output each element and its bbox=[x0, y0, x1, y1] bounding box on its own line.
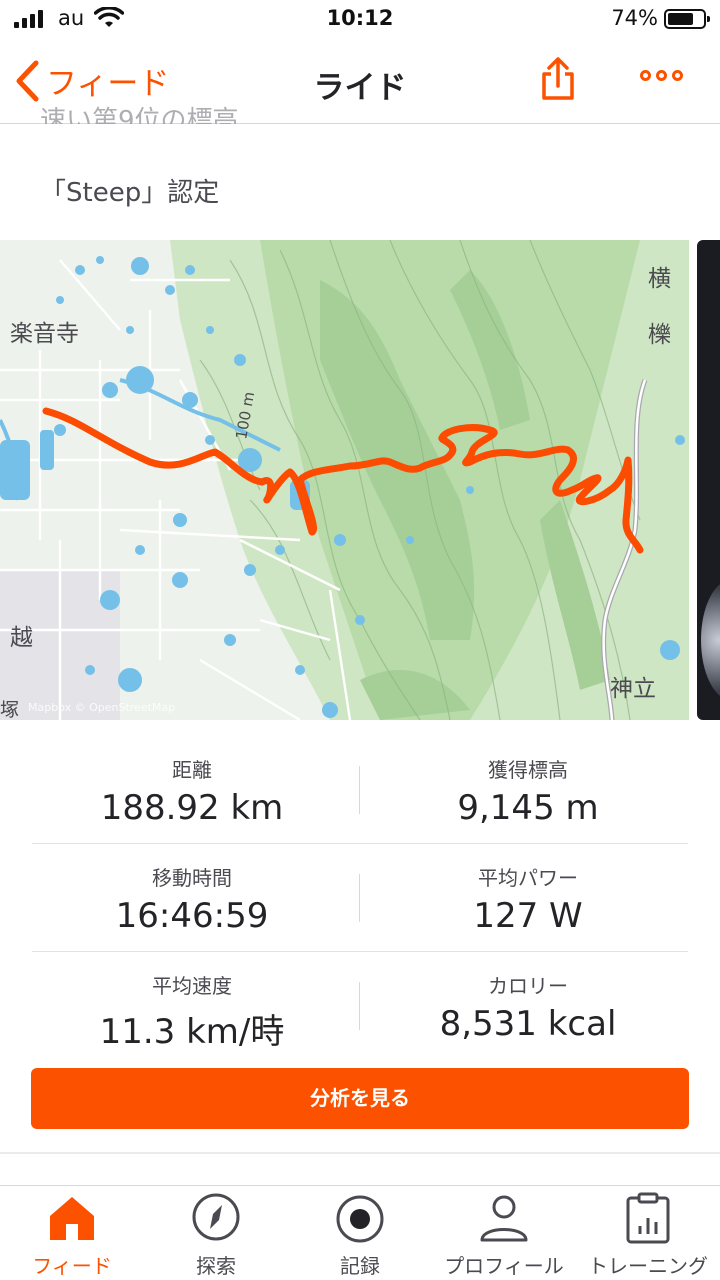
stat-distance: 距離 188.92 km bbox=[32, 736, 352, 828]
stat-average-speed: 平均速度 11.3 km/時 bbox=[32, 952, 352, 1053]
tab-label: フィード bbox=[32, 1254, 112, 1278]
record-icon bbox=[336, 1195, 384, 1243]
more-options-icon[interactable] bbox=[640, 70, 683, 81]
cut-off-achievement-text: 速い第9位の標高 bbox=[40, 106, 239, 124]
stat-label: 平均パワー bbox=[478, 866, 578, 890]
map-attribution: Mapbox © OpenStreetMap bbox=[28, 701, 176, 714]
tab-label: 探索 bbox=[196, 1254, 236, 1278]
stat-calories: カロリー 8,531 kcal bbox=[368, 952, 688, 1044]
compass-icon bbox=[192, 1193, 240, 1241]
home-icon bbox=[50, 1197, 94, 1240]
stat-value: 8,531 kcal bbox=[439, 1004, 617, 1044]
map-canvas: 楽音寺 100 m 越 塚 横 櫟 神立 bbox=[0, 240, 689, 720]
map-label-kunugi: 櫟 bbox=[648, 322, 671, 348]
stat-value: 16:46:59 bbox=[115, 896, 269, 936]
next-media-preview[interactable] bbox=[697, 240, 720, 720]
stat-label: 獲得標高 bbox=[488, 758, 568, 782]
share-icon[interactable] bbox=[538, 56, 578, 102]
tab-training[interactable]: トレーニング bbox=[576, 1186, 720, 1280]
stat-value: 11.3 km/時 bbox=[99, 1012, 285, 1052]
stats-row: 平均速度 11.3 km/時 カロリー 8,531 kcal bbox=[32, 952, 688, 1060]
map-label-tsuka: 塚 bbox=[0, 699, 19, 720]
stat-label: 平均速度 bbox=[152, 974, 232, 998]
map-label-rakuonji: 楽音寺 bbox=[10, 321, 79, 347]
stats-row: 移動時間 16:46:59 平均パワー 127 W bbox=[32, 844, 688, 952]
tab-label: 記録 bbox=[340, 1254, 380, 1278]
stat-average-power: 平均パワー 127 W bbox=[368, 844, 688, 936]
tab-explore[interactable]: 探索 bbox=[144, 1186, 288, 1280]
tab-profile[interactable]: プロフィール bbox=[432, 1186, 576, 1280]
stat-elevation-gain: 獲得標高 9,145 m bbox=[368, 736, 688, 828]
battery-icon bbox=[664, 9, 710, 29]
stats-row: 距離 188.92 km 獲得標高 9,145 m bbox=[32, 736, 688, 844]
chevron-left-icon bbox=[16, 60, 39, 101]
stat-divider bbox=[359, 982, 360, 1030]
stat-divider bbox=[359, 766, 360, 814]
stat-label: カロリー bbox=[488, 974, 568, 998]
profile-icon bbox=[480, 1195, 528, 1242]
map-label-kandatsu: 神立 bbox=[610, 676, 656, 702]
stat-label: 距離 bbox=[172, 758, 212, 782]
tab-bar: フィード 探索 記録 プロフィール トレーニング bbox=[0, 1185, 720, 1280]
map-label-koshi: 越 bbox=[10, 625, 33, 651]
stat-label: 移動時間 bbox=[152, 866, 232, 890]
stat-value: 9,145 m bbox=[457, 788, 599, 828]
steep-badge-text: 「Steep」認定 bbox=[40, 178, 220, 208]
route-map[interactable]: 楽音寺 100 m 越 塚 横 櫟 神立 Mapbox © OpenStreet… bbox=[0, 240, 689, 720]
status-bar: au 10:12 74% bbox=[0, 0, 720, 40]
map-label-yoko: 横 bbox=[648, 266, 671, 292]
tab-label: プロフィール bbox=[444, 1254, 564, 1278]
stat-value: 188.92 km bbox=[100, 788, 284, 828]
stat-value: 127 W bbox=[473, 896, 583, 936]
stat-divider bbox=[359, 874, 360, 922]
training-icon bbox=[626, 1192, 670, 1244]
stat-moving-time: 移動時間 16:46:59 bbox=[32, 844, 352, 936]
section-divider bbox=[0, 1152, 720, 1154]
tab-label: トレーニング bbox=[588, 1254, 708, 1278]
tab-record[interactable]: 記録 bbox=[288, 1186, 432, 1280]
view-analysis-button[interactable]: 分析を見る bbox=[31, 1068, 689, 1129]
tab-feed[interactable]: フィード bbox=[0, 1186, 144, 1280]
battery-percentage: 74% bbox=[611, 6, 658, 30]
activity-stats: 距離 188.92 km 獲得標高 9,145 m 移動時間 16:46:59 … bbox=[32, 736, 688, 1060]
